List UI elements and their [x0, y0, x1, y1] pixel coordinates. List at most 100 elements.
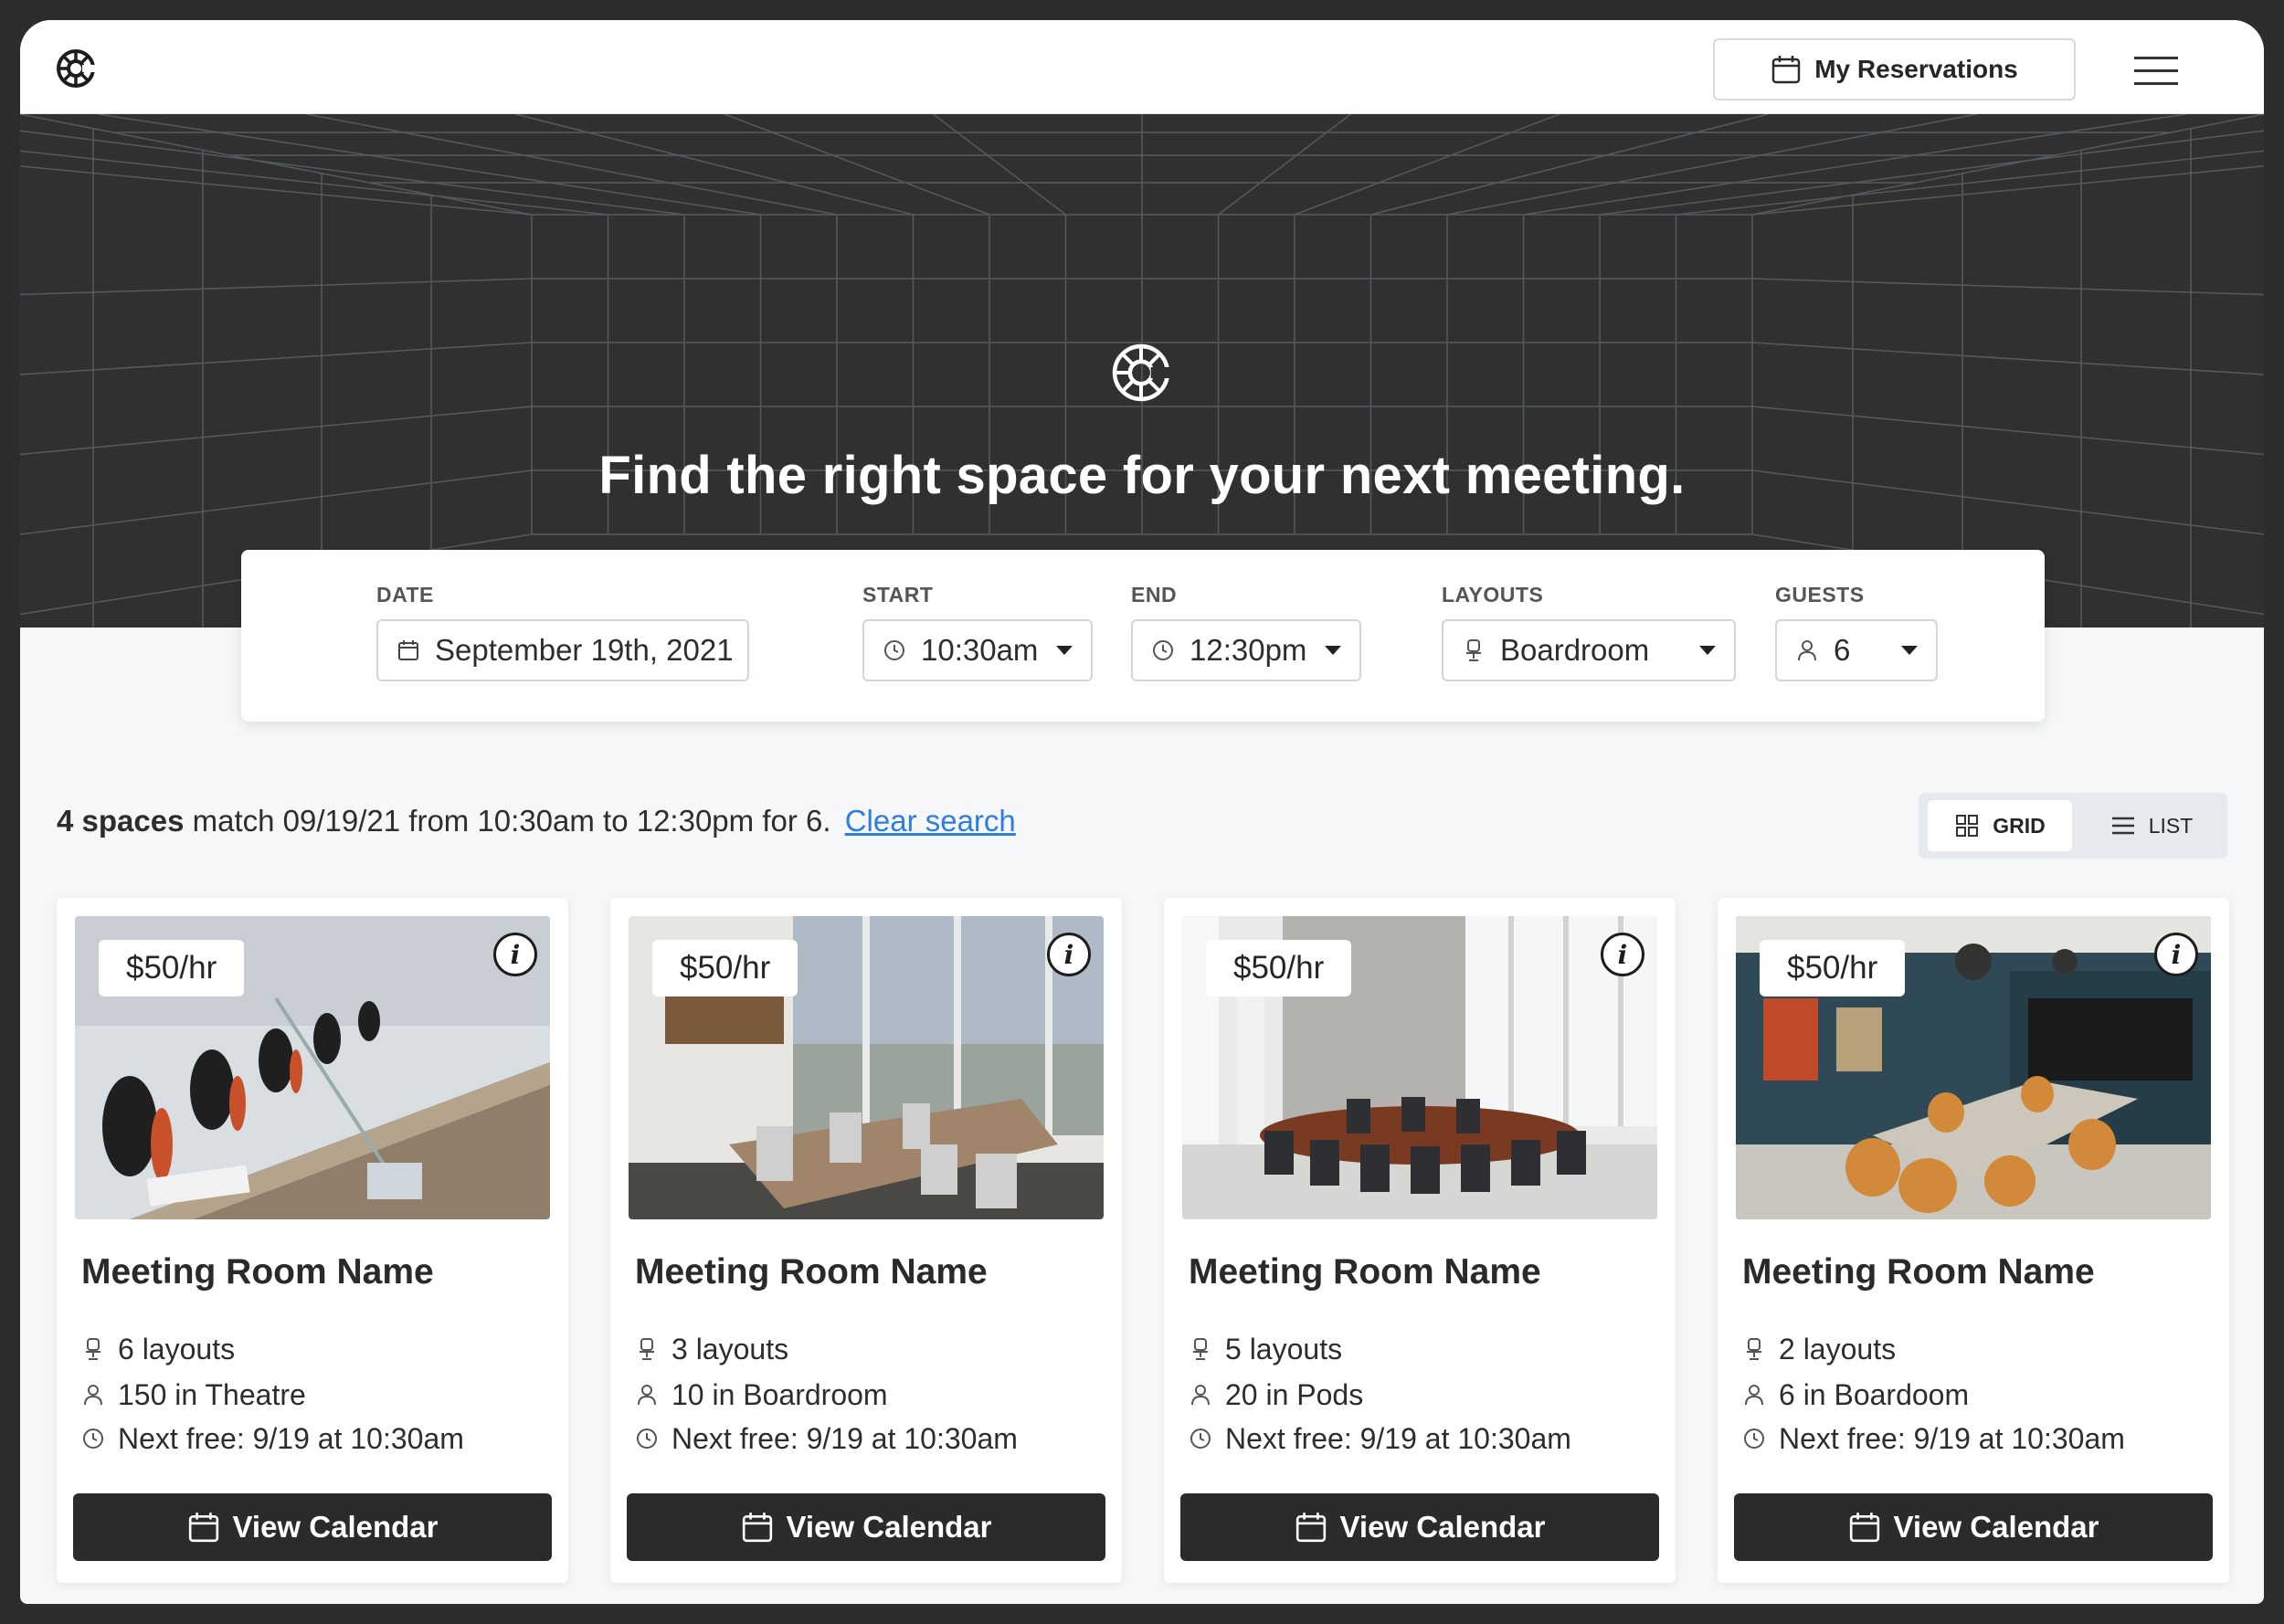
room-card: $50/hr i Meeting Room Name 3 layouts 10 … [610, 898, 1122, 1583]
layouts-text: 5 layouts [1225, 1332, 1343, 1366]
chair-icon [1193, 1338, 1208, 1360]
start-time-value: 10:30am [921, 633, 1039, 667]
clock-icon [637, 1429, 657, 1449]
hero-title: Find the right space for your next meeti… [598, 446, 1686, 505]
next-free: Next free: 9/19 at 10:30am [635, 1420, 1018, 1457]
guests-label: GUESTS [1775, 583, 1865, 606]
clock-icon [1190, 1429, 1211, 1449]
info-icon[interactable]: i [493, 933, 537, 976]
view-calendar-button[interactable]: View Calendar [1180, 1493, 1659, 1561]
guests-value: 6 [1834, 633, 1851, 667]
calendar-icon [1849, 1513, 1879, 1543]
capacity: 150 in Theatre [81, 1376, 306, 1413]
room-card: $50/hr i Meeting Room Name 6 layouts 150… [57, 898, 568, 1583]
next-free-text: Next free: 9/19 at 10:30am [1225, 1421, 1571, 1455]
view-calendar-label: View Calendar [786, 1510, 992, 1544]
list-view-label: LIST [2148, 813, 2194, 838]
person-icon [84, 1385, 102, 1406]
chevron-down-icon [1901, 646, 1918, 655]
calendar-icon [188, 1513, 218, 1543]
list-icon [2111, 817, 2134, 835]
view-calendar-label: View Calendar [1893, 1510, 2099, 1544]
capacity-text: 10 in Boardroom [671, 1377, 888, 1411]
layouts-count: 6 layouts [81, 1331, 235, 1367]
my-reservations-button[interactable]: My Reservations [1713, 38, 2076, 100]
person-icon [1798, 640, 1816, 661]
brand-logo-icon[interactable] [55, 47, 97, 90]
date-value: September 19th, 2021 [435, 633, 734, 667]
price-badge: $50/hr [652, 940, 798, 997]
results-count: 4 spaces [57, 804, 185, 838]
room-name: Meeting Room Name [1742, 1252, 2095, 1292]
date-label: DATE [376, 583, 434, 606]
chevron-down-icon [1056, 646, 1073, 655]
layouts-value: Boardroom [1500, 633, 1650, 667]
capacity: 6 in Boardoom [1742, 1376, 1969, 1413]
view-calendar-button[interactable]: View Calendar [73, 1493, 552, 1561]
capacity: 10 in Boardroom [635, 1376, 888, 1413]
price-badge: $50/hr [99, 940, 245, 997]
chair-icon [86, 1338, 100, 1360]
next-free-text: Next free: 9/19 at 10:30am [118, 1421, 464, 1455]
capacity-text: 6 in Boardoom [1779, 1377, 1970, 1411]
room-name: Meeting Room Name [81, 1252, 434, 1292]
clear-search-link[interactable]: Clear search [845, 804, 1016, 838]
person-icon [1191, 1385, 1210, 1406]
top-nav-bar: My Reservations [20, 20, 2264, 114]
list-view-button[interactable]: LIST [2092, 800, 2211, 851]
next-free-text: Next free: 9/19 at 10:30am [1779, 1421, 2125, 1455]
hero-brand-logo-icon [1112, 343, 1173, 402]
end-time-value: 12:30pm [1190, 633, 1307, 667]
layouts-select[interactable]: Boardroom [1442, 619, 1736, 681]
price-badge: $50/hr [1760, 940, 1906, 997]
end-time-select[interactable]: 12:30pm [1131, 619, 1361, 681]
info-icon[interactable]: i [1601, 933, 1644, 976]
hamburger-menu-icon[interactable] [2134, 53, 2178, 90]
view-calendar-label: View Calendar [1339, 1510, 1546, 1544]
search-panel: DATE September 19th, 2021 START 10:30am [241, 550, 2045, 722]
price-badge: $50/hr [1206, 940, 1352, 997]
clock-icon [1744, 1429, 1764, 1449]
view-calendar-label: View Calendar [232, 1510, 439, 1544]
layouts-text: 2 layouts [1779, 1332, 1897, 1366]
layouts-text: 6 layouts [118, 1332, 236, 1366]
grid-view-label: GRID [1993, 813, 2046, 838]
next-free: Next free: 9/19 at 10:30am [81, 1420, 464, 1457]
end-label: END [1131, 583, 1178, 606]
person-icon [1745, 1385, 1763, 1406]
date-picker[interactable]: September 19th, 2021 [376, 619, 749, 681]
capacity: 20 in Pods [1189, 1376, 1363, 1413]
calendar-icon [1771, 56, 1801, 84]
calendar-icon [742, 1513, 772, 1543]
info-icon[interactable]: i [2154, 933, 2198, 976]
room-name: Meeting Room Name [1189, 1252, 1541, 1292]
layouts-label: LAYOUTS [1442, 583, 1544, 606]
view-calendar-button[interactable]: View Calendar [1734, 1493, 2213, 1561]
capacity-text: 20 in Pods [1225, 1377, 1364, 1411]
chair-icon [640, 1338, 654, 1360]
chevron-down-icon [1699, 646, 1716, 655]
room-card: $50/hr i Meeting Room Name 2 layouts 6 i… [1718, 898, 2229, 1583]
layouts-count: 5 layouts [1189, 1331, 1342, 1367]
view-toggle: GRID LIST [1919, 793, 2227, 859]
info-icon[interactable]: i [1047, 933, 1091, 976]
grid-icon [1956, 815, 1979, 837]
results-match-text: match 09/19/21 from 10:30am to 12:30pm f… [192, 804, 831, 838]
start-time-select[interactable]: 10:30am [862, 619, 1093, 681]
calendar-icon [398, 640, 418, 660]
chevron-down-icon [1325, 646, 1341, 655]
layouts-count: 3 layouts [635, 1331, 788, 1367]
clock-icon [1153, 640, 1173, 660]
room-card: $50/hr i Meeting Room Name 5 layouts 20 … [1164, 898, 1676, 1583]
app-window: My Reservations Find the right space for… [20, 20, 2264, 1604]
my-reservations-label: My Reservations [1814, 55, 2018, 83]
next-free: Next free: 9/19 at 10:30am [1189, 1420, 1571, 1457]
layouts-text: 3 layouts [671, 1332, 789, 1366]
layouts-count: 2 layouts [1742, 1331, 1896, 1367]
view-calendar-button[interactable]: View Calendar [627, 1493, 1105, 1561]
person-icon [638, 1385, 656, 1406]
grid-view-button[interactable]: GRID [1928, 800, 2072, 851]
clock-icon [83, 1429, 103, 1449]
guests-select[interactable]: 6 [1775, 619, 1938, 681]
next-free: Next free: 9/19 at 10:30am [1742, 1420, 2125, 1457]
